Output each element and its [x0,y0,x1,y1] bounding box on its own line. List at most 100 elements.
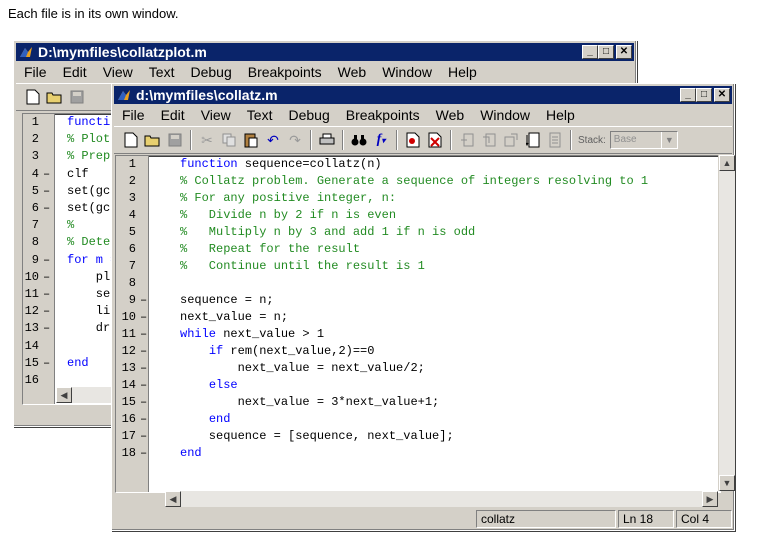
function-icon[interactable]: f ▾ [370,129,392,151]
undo-icon[interactable]: ↶ [262,129,284,151]
code-line[interactable]: next_value = n; [180,310,288,324]
cut-icon[interactable]: ✂ [196,129,218,151]
maximize-button[interactable]: □ [598,45,614,59]
executable-line-marker[interactable]: – [43,167,50,181]
executable-line-marker[interactable]: – [43,253,50,267]
code-line[interactable]: % Dete [67,235,110,249]
executable-line-marker[interactable]: – [140,344,147,358]
menu-web[interactable]: Web [428,107,473,123]
executable-line-marker[interactable]: – [43,201,50,215]
code-line[interactable]: if rem(next_value,2)==0 [180,344,375,358]
code-line[interactable]: % Collatz problem. Generate a sequence o… [180,174,648,188]
redo-icon[interactable]: ↷ [284,129,306,151]
executable-line-marker[interactable]: – [43,184,50,198]
menu-help[interactable]: Help [440,64,485,80]
executable-line-marker[interactable]: – [140,378,147,392]
menu-window[interactable]: Window [374,64,440,80]
maximize-button[interactable]: □ [696,88,712,102]
code-line[interactable]: set(gca [67,184,117,198]
menu-breakpoints[interactable]: Breakpoints [240,64,330,80]
front-title-bar[interactable]: d:\mymfiles\collatz.m _ □ ✕ [114,86,732,104]
code-line[interactable]: se [67,287,110,301]
open-folder-icon[interactable] [142,129,164,151]
menu-text[interactable]: Text [141,64,183,80]
menu-file[interactable]: File [114,107,153,123]
code-line[interactable]: li [67,304,110,318]
code-line[interactable]: % Repeat for the result [180,242,360,256]
clear-breakpoints-icon[interactable] [424,129,446,151]
menu-debug[interactable]: Debug [280,107,337,123]
code-line[interactable]: clf [67,167,89,181]
menu-view[interactable]: View [95,64,141,80]
executable-line-marker[interactable]: – [140,446,147,460]
code-line[interactable]: while next_value > 1 [180,327,324,341]
menu-debug[interactable]: Debug [182,64,239,80]
scroll-down-arrow[interactable]: ▼ [719,475,735,491]
menu-text[interactable]: Text [239,107,281,123]
executable-line-marker[interactable]: – [140,361,147,375]
step-icon[interactable] [456,129,478,151]
code-line[interactable]: next_value = 3*next_value+1; [180,395,440,409]
menu-edit[interactable]: Edit [55,64,95,80]
code-line[interactable]: sequence = [sequence, next_value]; [180,429,454,443]
code-line[interactable]: dr [67,321,110,335]
step-in-icon[interactable] [478,129,500,151]
continue-icon[interactable] [522,129,544,151]
new-file-icon[interactable] [22,86,44,108]
close-button[interactable]: ✕ [714,88,730,102]
minimize-button[interactable]: _ [582,45,598,59]
code-line[interactable]: end [67,356,89,370]
executable-line-marker[interactable]: – [43,270,50,284]
scroll-up-arrow[interactable]: ▲ [719,155,735,171]
code-line[interactable]: % Divide n by 2 if n is even [180,208,396,222]
open-folder-icon[interactable] [44,86,66,108]
code-line[interactable]: set(gca [67,201,117,215]
menu-file[interactable]: File [16,64,55,80]
code-line[interactable]: % For any positive integer, n: [180,191,396,205]
code-line[interactable]: pl [67,270,110,284]
code-line[interactable]: end [180,446,202,460]
menu-view[interactable]: View [193,107,239,123]
code-line[interactable]: else [180,378,238,392]
scroll-left-arrow[interactable]: ◀ [56,387,72,403]
executable-line-marker[interactable]: – [140,327,147,341]
executable-line-marker[interactable]: – [43,321,50,335]
executable-line-marker[interactable]: – [140,412,147,426]
code-line[interactable]: % [67,218,74,232]
executable-line-marker[interactable]: – [43,304,50,318]
back-code-editor[interactable]: 1 functio 2% Plot 3% Prepa 4– clf 5– set(gca 6– s… [22,113,120,405]
set-breakpoint-icon[interactable] [402,129,424,151]
menu-web[interactable]: Web [330,64,375,80]
executable-line-marker[interactable]: – [140,395,147,409]
back-horizontal-scrollbar[interactable]: ◀ [56,387,118,403]
front-vertical-scrollbar[interactable]: ▲ ▼ [718,155,735,491]
menu-window[interactable]: Window [472,107,538,123]
front-code-editor[interactable]: 1 function sequence=collatz(n) 2 % Collatz … [115,155,721,493]
code-line[interactable]: for m = [67,253,117,267]
executable-line-marker[interactable]: – [43,356,50,370]
executable-line-marker[interactable]: – [140,429,147,443]
executable-line-marker[interactable]: – [140,293,147,307]
front-editor-window[interactable]: d:\mymfiles\collatz.m _ □ ✕ File Edit View… [111,83,735,531]
code-line[interactable]: next_value = next_value/2; [180,361,425,375]
menu-edit[interactable]: Edit [153,107,193,123]
menu-help[interactable]: Help [538,107,583,123]
close-button[interactable]: ✕ [616,45,632,59]
copy-icon[interactable] [218,129,240,151]
code-line[interactable]: sequence = n; [180,293,274,307]
code-line[interactable]: % Prepa [67,149,117,163]
new-file-icon[interactable] [120,129,142,151]
back-title-bar[interactable]: D:\mymfiles\collatzplot.m _ □ ✕ [16,43,634,61]
print-icon[interactable] [316,129,338,151]
code-line[interactable]: end [180,412,231,426]
executable-line-marker[interactable]: – [140,310,147,324]
menu-breakpoints[interactable]: Breakpoints [338,107,428,123]
front-horizontal-scrollbar[interactable]: ◀ ▶ [165,491,718,507]
paste-icon[interactable] [240,129,262,151]
save-icon[interactable] [164,129,186,151]
find-binoculars-icon[interactable] [348,129,370,151]
code-line[interactable]: functio [67,115,117,129]
code-line[interactable]: % Continue until the result is 1 [180,259,425,273]
minimize-button[interactable]: _ [680,88,696,102]
executable-line-marker[interactable]: – [43,287,50,301]
